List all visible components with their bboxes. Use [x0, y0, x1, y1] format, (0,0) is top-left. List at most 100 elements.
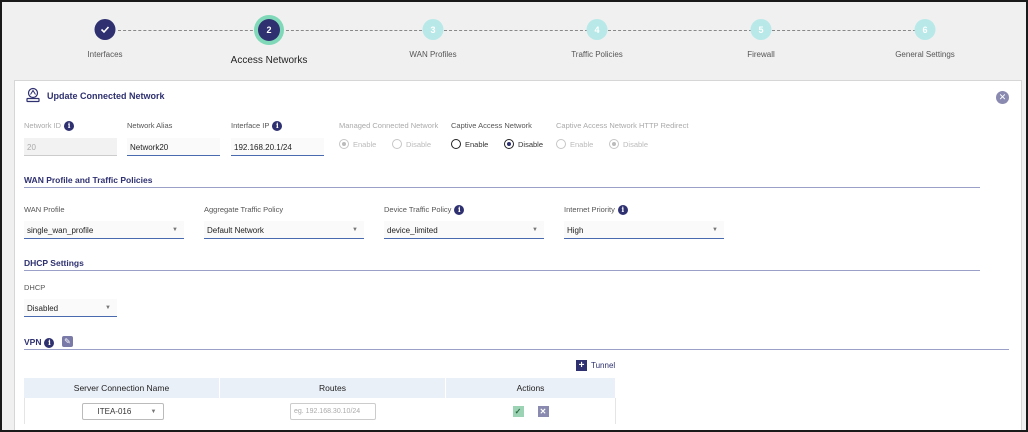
captive-enable-radio[interactable]: Enable [451, 139, 488, 149]
interface-ip-label: Interface IP i [231, 121, 283, 132]
dhcp-section-title: DHCP Settings [24, 258, 84, 268]
chevron-down-icon: ▼ [532, 227, 538, 233]
select-value: Disabled [27, 304, 59, 313]
managed-enable-radio: Enable [339, 139, 376, 149]
section-divider [24, 270, 980, 271]
section-divider [24, 349, 1009, 350]
step-number: 2 [258, 19, 280, 41]
column-header: Actions [446, 378, 616, 398]
routes-cell: eg. 192.168.30.10/24 [220, 398, 446, 424]
network-alias-label: Network Alias [127, 121, 173, 130]
aggregate-policy-select[interactable]: Default Network ▼ [204, 221, 364, 239]
delete-x-icon[interactable]: ✕ [537, 405, 549, 417]
step-label: WAN Profiles [409, 50, 457, 59]
plus-icon: + [576, 360, 587, 371]
radio-label: Enable [465, 139, 489, 149]
redirect-enable-radio: Enable [556, 139, 593, 149]
step-number: 4 [586, 19, 608, 40]
add-tunnel-button[interactable]: + Tunnel [576, 360, 615, 371]
column-header: Server Connection Name [24, 378, 220, 398]
internet-priority-label-text: Internet Priority [564, 205, 615, 214]
info-icon[interactable]: i [44, 337, 55, 348]
step-connector [286, 30, 422, 31]
vpn-title-text: VPN [24, 337, 42, 347]
select-value: ITEA-016 [97, 406, 132, 416]
device-policy-label-text: Device Traffic Policy [384, 205, 452, 214]
actions-cell: ✓ ✕ [446, 398, 615, 424]
interface-ip-input[interactable]: 192.168.20.1/24 [231, 138, 324, 156]
radio-label: Disable [518, 139, 544, 149]
network-id-label-text: Network ID [24, 121, 62, 130]
device-policy-select[interactable]: device_limited ▼ [384, 221, 544, 239]
step-number: 5 [750, 19, 772, 40]
network-icon [26, 87, 40, 103]
interface-ip-label-text: Interface IP [231, 121, 270, 130]
wizard-stepper: Interfaces 2 Access Networks 3 WAN Profi… [4, 4, 1026, 74]
vpn-section-title: VPN i [24, 337, 55, 348]
app-frame: Interfaces 2 Access Networks 3 WAN Profi… [0, 0, 1028, 432]
info-icon[interactable]: i [617, 205, 628, 216]
chevron-down-icon: ▼ [712, 227, 718, 233]
internet-priority-label: Internet Priority i [564, 205, 628, 216]
captive-network-label: Captive Access Network [451, 121, 532, 130]
dhcp-label: DHCP [24, 283, 46, 292]
radio-dot [392, 139, 402, 149]
network-id-input: 20 [24, 138, 117, 156]
wan-profile-select[interactable]: single_wan_profile ▼ [24, 221, 184, 239]
aggregate-policy-label: Aggregate Traffic Policy [204, 205, 284, 214]
wan-profile-label: WAN Profile [24, 205, 65, 214]
select-value: device_limited [387, 226, 438, 235]
info-icon[interactable]: i [64, 121, 75, 132]
radio-label: Disable [623, 139, 649, 149]
device-policy-label: Device Traffic Policy i [384, 205, 465, 216]
radio-dot [609, 139, 619, 149]
confirm-check-icon[interactable]: ✓ [512, 405, 524, 417]
table-row: ITEA-016 ▼ eg. 192.168.30.10/24 ✓ ✕ [24, 398, 616, 424]
step-label: General Settings [895, 50, 955, 59]
internet-priority-select[interactable]: High ▼ [564, 221, 724, 239]
redirect-disable-radio: Disable [609, 139, 648, 149]
dhcp-select[interactable]: Disabled ▼ [24, 299, 117, 317]
radio-label: Disable [406, 139, 432, 149]
step-label: Interfaces [87, 50, 123, 59]
radio-dot [451, 139, 461, 149]
step-connector [444, 30, 588, 31]
step-number: 6 [914, 19, 936, 40]
select-value: High [567, 226, 584, 235]
chevron-down-icon: ▼ [105, 305, 111, 311]
step-connector [118, 30, 258, 31]
vpn-table: Server Connection Name Routes Actions IT… [24, 378, 616, 424]
managed-network-label: Managed Connected Network [339, 121, 439, 130]
info-icon[interactable]: i [272, 121, 283, 132]
column-header: Routes [220, 378, 446, 398]
network-id-label: Network ID i [24, 121, 75, 132]
wan-section-title: WAN Profile and Traffic Policies [24, 175, 153, 185]
step-label: Firewall [747, 50, 775, 59]
select-value: Default Network [207, 226, 264, 235]
managed-disable-radio: Disable [392, 139, 431, 149]
section-divider [24, 187, 980, 188]
server-connection-select[interactable]: ITEA-016 ▼ [81, 402, 164, 420]
radio-dot [339, 139, 349, 149]
chevron-down-icon: ▼ [150, 408, 157, 415]
server-cell: ITEA-016 ▼ [25, 398, 220, 424]
routes-input[interactable]: eg. 192.168.30.10/24 [290, 402, 376, 420]
update-network-card: Update Connected Network ✕ Network ID i 2… [14, 80, 1022, 430]
captive-redirect-label: Captive Access Network HTTP Redirect [556, 121, 689, 130]
table-header: Server Connection Name Routes Actions [24, 378, 616, 398]
info-icon[interactable]: i [454, 205, 465, 216]
radio-dot [504, 139, 514, 149]
check-icon [94, 19, 116, 40]
captive-disable-radio[interactable]: Disable [504, 139, 543, 149]
select-value: single_wan_profile [27, 226, 94, 235]
radio-label: Enable [353, 139, 377, 149]
step-number: 3 [422, 19, 444, 40]
edit-icon[interactable]: ✎ [62, 336, 73, 347]
add-tunnel-label: Tunnel [591, 361, 616, 370]
step-connector [608, 30, 752, 31]
radio-dot [556, 139, 566, 149]
radio-label: Enable [570, 139, 594, 149]
step-connector [772, 30, 916, 31]
close-icon[interactable]: ✕ [996, 91, 1009, 104]
network-alias-input[interactable]: Network20 [127, 138, 220, 156]
